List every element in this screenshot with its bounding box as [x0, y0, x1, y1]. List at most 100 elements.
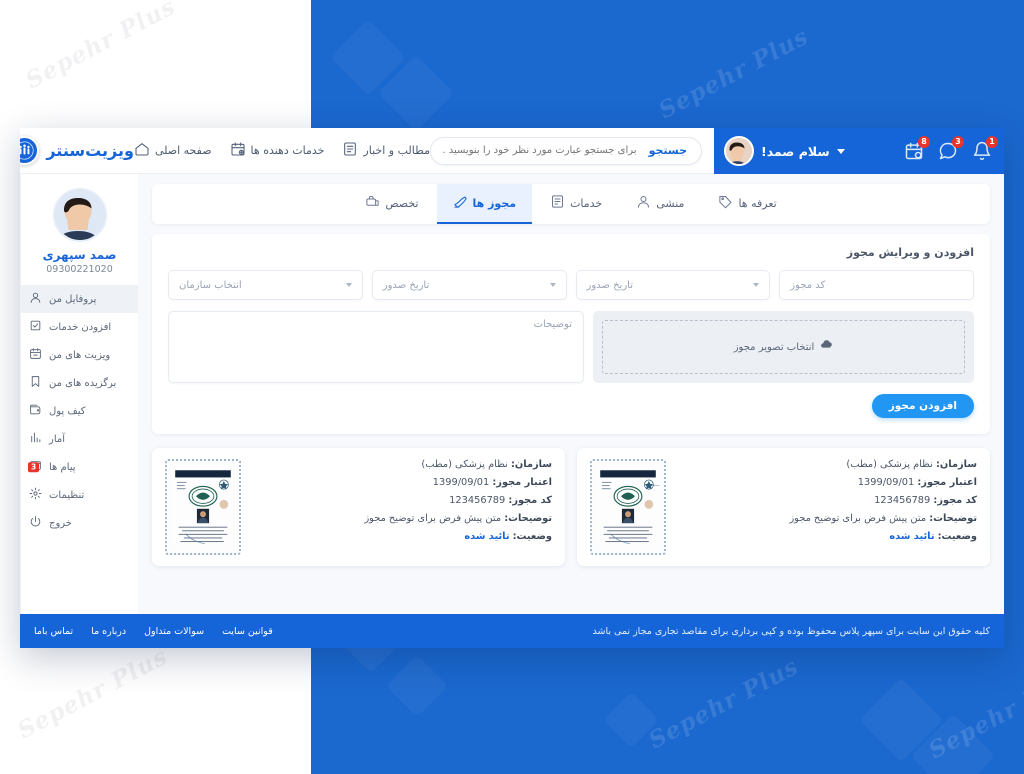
watermark: Sepehr Plus [13, 642, 173, 745]
profile-phone: 09300221020 [46, 264, 113, 275]
sidebar-item-label: افزودن خدمات [49, 321, 112, 333]
top-bar-user-section: 1 3 8 سلام صمد! [714, 128, 1004, 174]
greeting-text: سلام صمد! [761, 143, 830, 159]
checklist-icon [29, 319, 42, 335]
license-image-upload[interactable]: انتخاب تصویر مجوز [593, 311, 974, 383]
tab-specialty-label: تخصص [385, 196, 419, 210]
footer-link-rules[interactable]: قوانین سایت [222, 626, 273, 637]
calendar-plus-icon [230, 141, 246, 160]
sidebar-item-wallet[interactable]: کیف پول [21, 397, 138, 425]
avatar[interactable] [52, 188, 107, 242]
tab-specialty[interactable]: تخصص [349, 184, 434, 224]
calendar-badge: 8 [918, 136, 930, 148]
license-card[interactable]: ـــــــ سازمان: نظام پزشکی (مطب) اعتبار … [577, 448, 990, 566]
license-info: سازمان: نظام پزشکی (مطب) اعتبار مجوز: 13… [677, 459, 977, 542]
user-icon [29, 291, 42, 307]
sidebar-item-my-visits[interactable]: ویزیت های من [21, 341, 138, 369]
watermark: Sepehr Plus [644, 652, 804, 755]
body-split: تعرفه ها منشی خدمات مجوز ها تخصص افزودن … [20, 174, 1004, 614]
footer-link-faq[interactable]: سوالات متداول [144, 626, 204, 637]
add-license-button[interactable]: افزودن مجوز [871, 394, 974, 418]
chat-icon[interactable]: 3 [938, 136, 964, 161]
license-code-value: 123456789 [449, 495, 506, 506]
license-validity: اعتبار مجوز: 1399/09/01 [677, 477, 977, 488]
secretary-icon [636, 194, 651, 212]
chevron-down-icon [549, 283, 556, 287]
footer-link-contact[interactable]: تماس باما [34, 626, 73, 637]
sidebar-item-settings[interactable]: تنظیمات [21, 481, 138, 509]
license-code-input[interactable]: کد مجوز [779, 270, 974, 300]
chevron-down-icon [836, 148, 845, 154]
sidebar-item-label: کیف پول [49, 405, 86, 417]
user-greeting-menu[interactable]: سلام صمد! [724, 136, 845, 166]
license-organization-label: سازمان: [511, 459, 552, 470]
sidebar: صمد سپهری 09300221020 پروفایل من افزودن … [20, 174, 138, 614]
license-code-label: کد مجوز: [933, 495, 977, 506]
sidebar-item-messages[interactable]: 3 پیام ها [21, 453, 138, 481]
bell-icon[interactable]: 1 [972, 136, 998, 161]
nav-item-home[interactable]: صفحه اصلی [134, 141, 212, 160]
search-button[interactable]: جستجو [645, 144, 697, 157]
search-input[interactable] [443, 145, 645, 156]
watermark: Sepehr Plus [654, 22, 814, 125]
license-thumbnail[interactable] [165, 459, 241, 555]
description-textarea[interactable]: توضیحات [168, 311, 585, 383]
sidebar-item-add-services[interactable]: افزودن خدمات [21, 313, 138, 341]
upload-label: انتخاب تصویر مجوز [733, 341, 815, 353]
nav-item-articles[interactable]: مطالب و اخبار [342, 141, 430, 160]
footer-links: قوانین سایت سوالات متداول درباره ما تماس… [34, 626, 273, 637]
license-status-label: وضعیت: [512, 531, 552, 542]
license-organization-value: نظام پزشکی (مطب) [846, 459, 933, 470]
license-form-panel: افزودن و ویرایش مجوز کد مجوز تاریخ صدور … [152, 234, 990, 434]
sidebar-item-label: پیام ها [49, 461, 76, 473]
license-validity-label: اعتبار مجوز: [492, 477, 552, 488]
tab-licenses[interactable]: مجوز ها [436, 184, 533, 224]
license-code: کد مجوز: 123456789 [252, 495, 552, 506]
license-code-value: 123456789 [874, 495, 931, 506]
top-bar-nav-section: جستجو مطالب و اخبار خدمات دهنده ها [20, 128, 714, 174]
avatar[interactable] [724, 136, 754, 166]
license-card[interactable]: سازمان: نظام پزشکی (مطب) اعتبار مجوز: 13… [152, 448, 565, 566]
organization-placeholder: انتخاب سازمان [179, 279, 242, 291]
footer-link-about[interactable]: درباره ما [91, 626, 126, 637]
sidebar-item-stats[interactable]: آمار [21, 425, 138, 453]
chevron-down-icon [345, 283, 352, 287]
expiry-date-select[interactable]: تاریخ صدور [575, 270, 771, 300]
gear-icon [29, 487, 42, 503]
issue-date-select[interactable]: تاریخ صدور [371, 270, 567, 300]
tab-services[interactable]: خدمات [534, 184, 618, 224]
sidebar-item-label: ویزیت های من [49, 349, 111, 361]
upload-dropzone[interactable]: انتخاب تصویر مجوز [602, 320, 965, 374]
page-title: افزودن و ویرایش مجوز [846, 246, 974, 259]
form-row: کد مجوز تاریخ صدور تاریخ صدور انتخاب ساز… [168, 270, 974, 300]
license-validity-value: 1399/09/01 [857, 477, 915, 488]
license-cards-row: ـــــــ سازمان: نظام پزشکی (مطب) اعتبار … [152, 448, 990, 566]
sidebar-item-logout[interactable]: خروج [21, 509, 138, 537]
license-status-label: وضعیت: [937, 531, 977, 542]
brand-name: ویزیت‌سنتر [46, 141, 134, 160]
sidebar-item-label: خروج [49, 517, 72, 529]
calendar-icon[interactable]: 8 [904, 136, 930, 161]
tab-secretary[interactable]: منشی [620, 184, 700, 224]
organization-select[interactable]: انتخاب سازمان [168, 270, 363, 300]
wallet-icon [29, 403, 42, 419]
brand[interactable]: ویزیت‌سنتر [20, 136, 134, 165]
article-icon [342, 141, 358, 160]
license-description-value: متن پیش فرض برای توضیح مجوز [789, 513, 927, 524]
sidebar-item-label: آمار [49, 433, 66, 445]
sidebar-profile: صمد سپهری 09300221020 [21, 188, 138, 285]
search-box[interactable]: جستجو [430, 136, 702, 165]
tab-bar: تعرفه ها منشی خدمات مجوز ها تخصص [152, 184, 990, 224]
license-info: سازمان: نظام پزشکی (مطب) اعتبار مجوز: 13… [252, 459, 552, 542]
license-status-value: تائید شده [889, 531, 935, 542]
license-validity-value: 1399/09/01 [432, 477, 490, 488]
tab-tariffs[interactable]: تعرفه ها [702, 184, 792, 224]
nav-item-providers[interactable]: خدمات دهنده ها [230, 141, 324, 160]
license-description: توضیحات: متن پیش فرض برای توضیح مجوز [252, 513, 552, 524]
license-organization: سازمان: نظام پزشکی (مطب) [677, 459, 977, 470]
tab-licenses-label: مجوز ها [472, 196, 517, 210]
sidebar-item-profile[interactable]: پروفایل من [21, 285, 138, 313]
license-thumbnail[interactable]: ـــــــ [590, 459, 666, 555]
calendar-check-icon [29, 347, 42, 363]
sidebar-item-favorites[interactable]: برگزیده های من [21, 369, 138, 397]
